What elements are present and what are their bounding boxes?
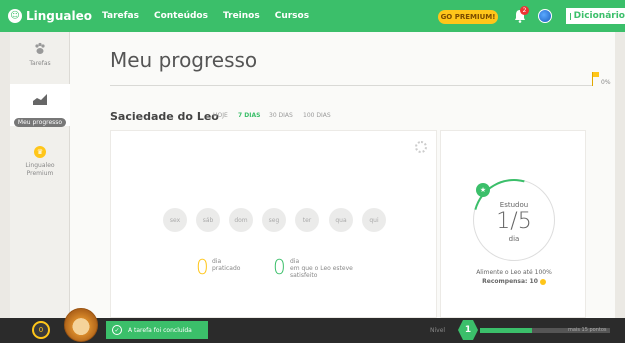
progress-line — [110, 85, 592, 86]
star-icon: ★ — [476, 183, 490, 197]
study-label: Estudou — [499, 201, 529, 209]
page-title: Meu progresso — [110, 48, 258, 72]
sidebar-item-label: Tarefas — [29, 60, 51, 67]
period-tab-7-dias[interactable]: 7 DIAS — [238, 112, 260, 119]
day-circle: sáb — [196, 208, 220, 232]
brand-logo[interactable]: ☺ Lingualeo — [8, 9, 92, 23]
day-circle: ter — [295, 208, 319, 232]
level-progress-fill — [480, 328, 532, 333]
sidebar-item-premium[interactable]: ♛ Lingualeo Premium — [10, 146, 70, 186]
nav-item-cursos[interactable]: Cursos — [275, 11, 309, 21]
globe-icon[interactable] — [538, 9, 552, 23]
leo-lion-avatar[interactable] — [64, 308, 98, 342]
sidebar-item-tarefas[interactable]: Tarefas — [10, 42, 70, 76]
level-hint: mais 15 pontos — [568, 327, 607, 333]
stat-text: praticado — [212, 265, 241, 272]
stat-text: em que o Leo esteve — [290, 265, 353, 272]
stat-text: satisfeito — [290, 272, 318, 279]
paw-icon — [35, 42, 45, 54]
nav-item-treinos[interactable]: Treinos — [223, 11, 260, 21]
toast-text: A tarefa foi concluída — [128, 326, 192, 334]
crown-icon: ♛ — [34, 146, 46, 158]
period-tab-hoje[interactable]: HOJE — [213, 112, 228, 119]
main-content: Meu progresso 0% Saciedade do Leo HOJE 7… — [70, 32, 615, 318]
brand-name: Lingualeo — [26, 9, 93, 23]
stat-practiced-label: dia praticado — [212, 258, 240, 272]
study-value: 1/5 — [496, 209, 532, 234]
period-tab-100-dias[interactable]: 100 DIAS — [303, 112, 331, 119]
book-icon — [570, 12, 571, 20]
day-circle: dom — [229, 208, 253, 232]
sidebar: Tarefas Meu progresso ♛ Lingualeo Premiu… — [10, 32, 70, 318]
day-circle: qui — [362, 208, 386, 232]
toast-notification[interactable]: ✓ A tarefa foi concluída — [106, 321, 208, 339]
reward-label: Recompensa: 10 — [482, 278, 538, 285]
stat-text: dia — [212, 258, 222, 265]
stat-satisfied-value: 0 — [273, 255, 286, 279]
sidebar-item-label: Lingualeo Premium — [25, 162, 55, 177]
level-label: Nível — [430, 327, 446, 334]
days-card: sex sáb dom seg ter qua qui 0 dia pratic… — [110, 130, 437, 318]
day-circle: sex — [163, 208, 187, 232]
flag-icon — [593, 72, 599, 77]
feed-text: Alimente o Leo até 100% — [476, 269, 552, 276]
dictionary-label: Dicionário — [573, 11, 625, 21]
notification-badge: 2 — [520, 6, 529, 15]
dictionary-button[interactable]: Dicionário — [566, 8, 625, 24]
progress-percent: 0% — [601, 79, 611, 86]
nav-item-tarefas[interactable]: Tarefas — [102, 11, 139, 21]
stat-practiced-value: 0 — [196, 255, 209, 279]
gear-icon[interactable] — [415, 141, 427, 153]
chart-icon — [33, 94, 47, 105]
top-nav: ☺ Lingualeo Tarefas Conteúdos Treinos Cu… — [0, 0, 625, 32]
check-icon: ✓ — [112, 325, 122, 335]
level-badge: 1 — [458, 320, 478, 340]
lingualeo-logo-icon: ☺ — [8, 9, 22, 23]
section-title: Saciedade do Leo — [110, 110, 219, 123]
go-premium-button[interactable]: GO PREMIUM! — [438, 10, 498, 24]
day-circle: qua — [329, 208, 353, 232]
period-tab-30-dias[interactable]: 30 DIAS — [269, 112, 293, 119]
stat-satisfied-label: dia em que o Leo esteve satisfeito — [290, 258, 353, 279]
study-card: ★ Estudou 1/5 dia Alimente o Leo até 100… — [440, 130, 586, 318]
day-circle: seg — [262, 208, 286, 232]
coin-icon — [539, 278, 546, 285]
stat-text: dia — [290, 258, 300, 265]
study-unit: dia — [508, 235, 520, 243]
coins-counter[interactable]: 0 — [32, 321, 50, 339]
sidebar-item-meu-progresso[interactable]: Meu progresso — [10, 84, 70, 127]
nav-item-conteudos[interactable]: Conteúdos — [154, 11, 208, 21]
reward: Recompensa: 10 — [441, 278, 587, 285]
sidebar-item-label: Meu progresso — [13, 118, 67, 127]
